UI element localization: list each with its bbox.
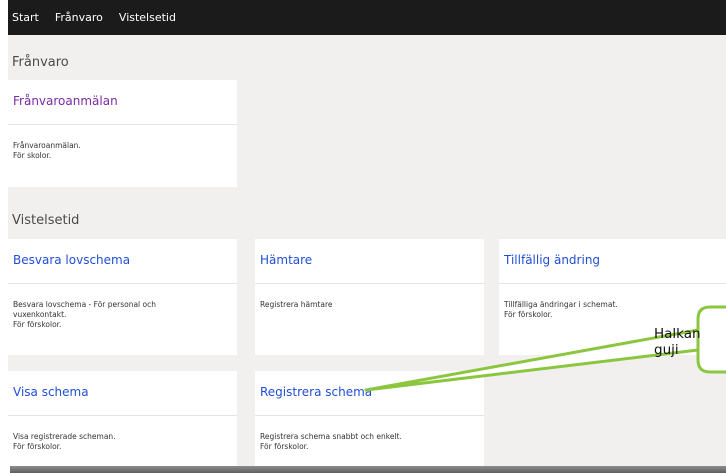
callout-text: Halkan guji [654,326,701,358]
callout-pointer [364,305,726,392]
